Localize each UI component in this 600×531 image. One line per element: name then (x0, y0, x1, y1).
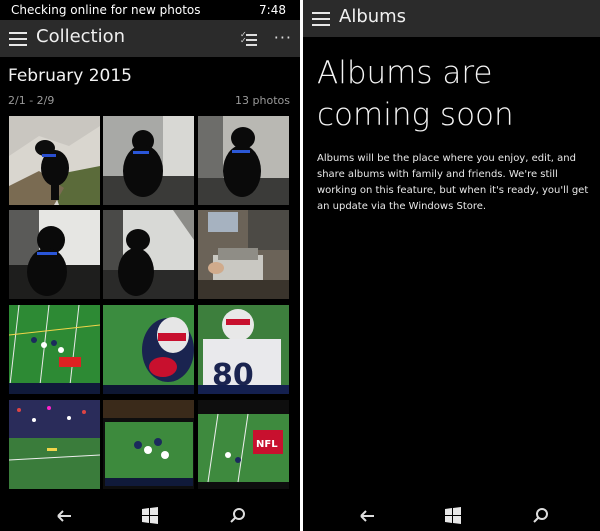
windows-start-icon[interactable] (441, 505, 465, 527)
search-icon[interactable] (226, 505, 250, 527)
albums-description: Albums will be the place where you enjoy… (317, 151, 591, 215)
hamburger-icon[interactable] (9, 32, 27, 46)
photo-thumbnail[interactable] (103, 210, 194, 299)
photo-thumbnail[interactable] (198, 116, 289, 205)
photo-thumbnail[interactable] (103, 400, 194, 489)
description-line: working on this feature, but when it's r… (317, 185, 589, 196)
collection-screen: Checking online for new photos 7:48 Coll… (0, 0, 300, 531)
description-line: an update via the Windows Store. (317, 201, 487, 212)
back-arrow-icon[interactable] (355, 505, 379, 527)
date-range: 2/1 - 2/9 (8, 94, 55, 107)
albums-screen: Albums Albums are coming soon Albums wil… (303, 0, 600, 531)
photo-thumbnail[interactable] (103, 116, 194, 205)
photo-thumbnail[interactable]: NFL (198, 400, 289, 489)
windows-start-icon[interactable] (138, 505, 162, 527)
description-line: share albums with family and friends. We… (317, 169, 558, 180)
photo-thumbnail[interactable] (103, 305, 194, 394)
description-line: Albums will be the place where you enjoy… (317, 153, 576, 164)
photo-count: 13 photos (235, 94, 290, 107)
hamburger-icon[interactable] (312, 12, 330, 26)
photo-thumbnail[interactable] (9, 400, 100, 489)
photo-thumbnail[interactable]: 80 (198, 305, 289, 394)
navigation-bar (0, 500, 300, 531)
page-title: Albums (339, 6, 407, 27)
search-icon[interactable] (529, 505, 553, 527)
photo-thumbnail[interactable] (9, 116, 100, 205)
page-title: Collection (36, 26, 126, 47)
headline-line: Albums are (317, 55, 493, 91)
navigation-bar (303, 500, 600, 531)
svg-text:NFL: NFL (256, 439, 278, 450)
coming-soon-headline: Albums are coming soon (317, 52, 587, 136)
back-arrow-icon[interactable] (52, 505, 76, 527)
title-bar: Albums (303, 0, 600, 37)
status-bar: Checking online for new photos 7:48 (0, 0, 300, 20)
title-bar: Collection ✓ ✓ ··· (0, 20, 300, 57)
photo-thumbnail[interactable] (9, 210, 100, 299)
photo-thumbnail[interactable] (9, 305, 100, 394)
photo-thumbnail[interactable] (198, 210, 289, 299)
more-icon[interactable]: ··· (274, 28, 292, 48)
multi-select-icon[interactable]: ✓ ✓ (240, 31, 258, 46)
status-text: Checking online for new photos (11, 3, 201, 17)
status-clock: 7:48 (259, 3, 286, 17)
month-heading: February 2015 (8, 66, 132, 86)
headline-line: coming soon (317, 97, 514, 133)
